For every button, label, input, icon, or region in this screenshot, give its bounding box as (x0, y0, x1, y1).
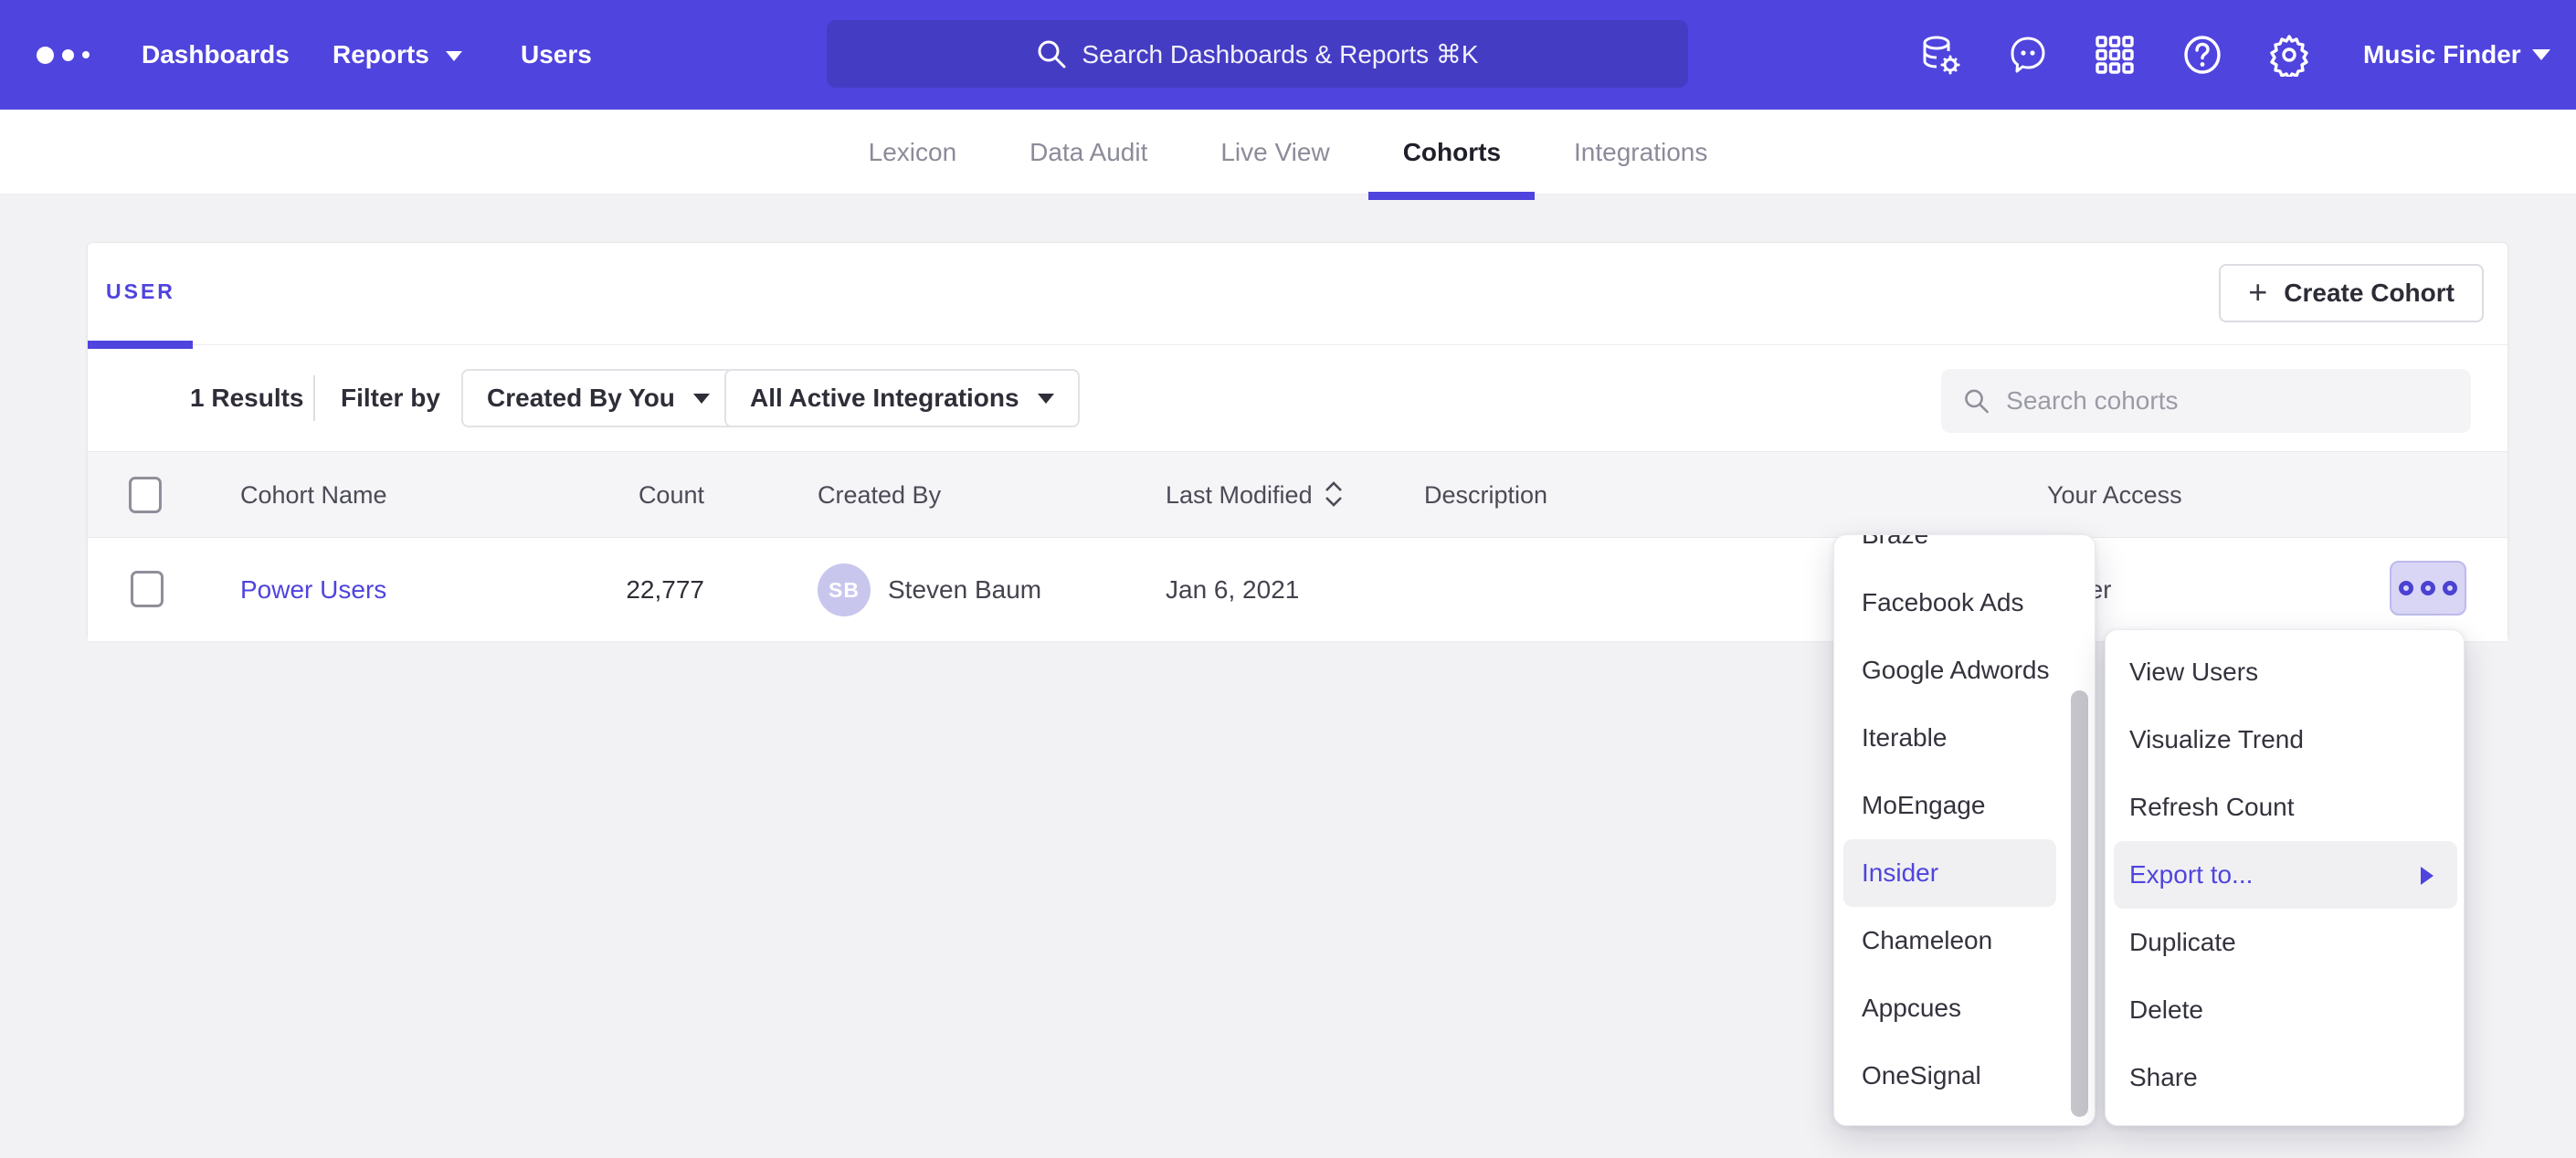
nav-users[interactable]: Users (521, 0, 592, 110)
select-all-checkbox[interactable] (129, 477, 162, 513)
col-your-access: Your Access (2047, 452, 2182, 539)
menu-item-delete[interactable]: Delete (2106, 976, 2464, 1044)
tab-cohorts[interactable]: Cohorts (1403, 110, 1501, 195)
chevron-down-icon (446, 51, 462, 61)
submenu-arrow-icon (2421, 867, 2433, 885)
row-overflow-menu-button[interactable] (2390, 561, 2466, 616)
tab-live-view[interactable]: Live View (1220, 110, 1329, 195)
col-last-modified[interactable]: Last Modified (1166, 452, 1344, 539)
integrations-filter-label: All Active Integrations (750, 384, 1019, 413)
menu-item-visualize-trend[interactable]: Visualize Trend (2106, 706, 2464, 774)
menu-item-iterable[interactable]: Iterable (1834, 704, 2095, 772)
table-header: Cohort Name Count Created By Last Modifi… (88, 451, 2507, 538)
cohort-count: 22,777 (544, 538, 704, 641)
feedback-icon[interactable] (2004, 31, 2052, 79)
cohorts-page: Dashboards Reports Users Search Dashboar… (0, 0, 2576, 1158)
menu-item-insider[interactable]: Insider (1843, 839, 2056, 907)
logo-dot-small (82, 51, 90, 58)
chevron-down-icon (1038, 394, 1054, 404)
col-created-by: Created By (818, 452, 941, 539)
logo-dot-large (37, 47, 54, 64)
export-destinations-menu: Braze Facebook Ads Google Adwords Iterab… (1833, 534, 2096, 1126)
sort-icon (1324, 480, 1344, 508)
filter-toolbar: 1 Results Filter by Created By You All A… (88, 345, 2507, 451)
help-icon[interactable] (2179, 31, 2226, 79)
section-tabs: Lexicon Data Audit Live View Cohorts Int… (0, 110, 2576, 195)
apps-grid-icon[interactable] (2091, 31, 2138, 79)
nav-reports-label: Reports (333, 40, 429, 68)
menu-item-duplicate[interactable]: Duplicate (2106, 909, 2464, 976)
menu-item-google-adwords[interactable]: Google Adwords (1834, 637, 2095, 704)
menu-item-facebook-ads[interactable]: Facebook Ads (1834, 569, 2095, 637)
global-search-input[interactable]: Search Dashboards & Reports ⌘K (827, 20, 1688, 88)
table-row: Power Users 22,777 SB Steven Baum Jan 6,… (88, 538, 2507, 641)
menu-item-export-to[interactable]: Export to... (2114, 841, 2457, 909)
tab-user-cohorts[interactable]: USER (106, 279, 175, 304)
global-search-placeholder: Search Dashboards & Reports ⌘K (1082, 39, 1478, 69)
tab-integrations[interactable]: Integrations (1574, 110, 1707, 195)
menu-item-moengage[interactable]: MoEngage (1834, 772, 2095, 839)
overflow-dot-icon (2443, 581, 2457, 595)
filter-by-label: Filter by (341, 345, 440, 451)
plus-icon: + (2248, 276, 2267, 309)
chevron-down-icon (693, 394, 710, 404)
created-by-name: Steven Baum (888, 538, 1041, 641)
menu-item-chameleon[interactable]: Chameleon (1834, 907, 2095, 974)
row-context-menu: View Users Visualize Trend Refresh Count… (2105, 629, 2465, 1126)
logo-dot-medium (62, 49, 74, 61)
col-last-modified-label: Last Modified (1166, 481, 1313, 509)
search-icon (1963, 386, 1990, 416)
menu-scrollbar-thumb[interactable] (2071, 690, 2088, 1117)
mixpanel-logo[interactable] (37, 0, 90, 110)
menu-item-onesignal[interactable]: OneSignal (1834, 1042, 2095, 1110)
search-icon (1036, 38, 1067, 69)
card-header: USER + Create Cohort (88, 243, 2507, 345)
account-chevron-down-icon[interactable] (2532, 49, 2550, 60)
overflow-dot-icon (2421, 581, 2435, 595)
overflow-dot-icon (2399, 581, 2413, 595)
cohort-search (1941, 369, 2471, 433)
results-count: 1 Results (190, 345, 304, 451)
cohorts-card: USER + Create Cohort 1 Results Filter by… (87, 242, 2508, 640)
avatar: SB (818, 563, 871, 616)
create-cohort-button[interactable]: + Create Cohort (2219, 264, 2484, 322)
menu-item-share[interactable]: Share (2106, 1044, 2464, 1111)
top-navbar: Dashboards Reports Users Search Dashboar… (0, 0, 2576, 110)
nav-dashboards[interactable]: Dashboards (142, 0, 290, 110)
nav-reports[interactable]: Reports (333, 0, 462, 110)
data-management-icon[interactable] (1916, 31, 1964, 79)
menu-item-view-users[interactable]: View Users (2106, 638, 2464, 706)
created-by-filter-label: Created By You (487, 384, 675, 413)
row-checkbox[interactable] (131, 571, 164, 607)
account-menu[interactable]: Music Finder (2363, 0, 2521, 110)
menu-item-braze[interactable]: Braze (1834, 534, 2095, 569)
last-modified-date: Jan 6, 2021 (1166, 538, 1299, 641)
col-count: Count (544, 452, 704, 539)
tab-data-audit[interactable]: Data Audit (1029, 110, 1147, 195)
col-description: Description (1424, 452, 1547, 539)
cohort-name-link[interactable]: Power Users (240, 538, 386, 641)
settings-icon[interactable] (2265, 31, 2313, 79)
integrations-filter-dropdown[interactable]: All Active Integrations (724, 369, 1080, 427)
menu-item-export-to-label: Export to... (2129, 860, 2253, 889)
col-cohort-name: Cohort Name (240, 452, 387, 539)
menu-item-refresh-count[interactable]: Refresh Count (2106, 774, 2464, 841)
menu-item-appcues[interactable]: Appcues (1834, 974, 2095, 1042)
create-cohort-label: Create Cohort (2284, 279, 2455, 308)
divider (313, 375, 315, 421)
created-by-filter-dropdown[interactable]: Created By You (461, 369, 735, 427)
cohort-search-input[interactable] (2006, 386, 2449, 416)
tab-lexicon[interactable]: Lexicon (869, 110, 957, 195)
